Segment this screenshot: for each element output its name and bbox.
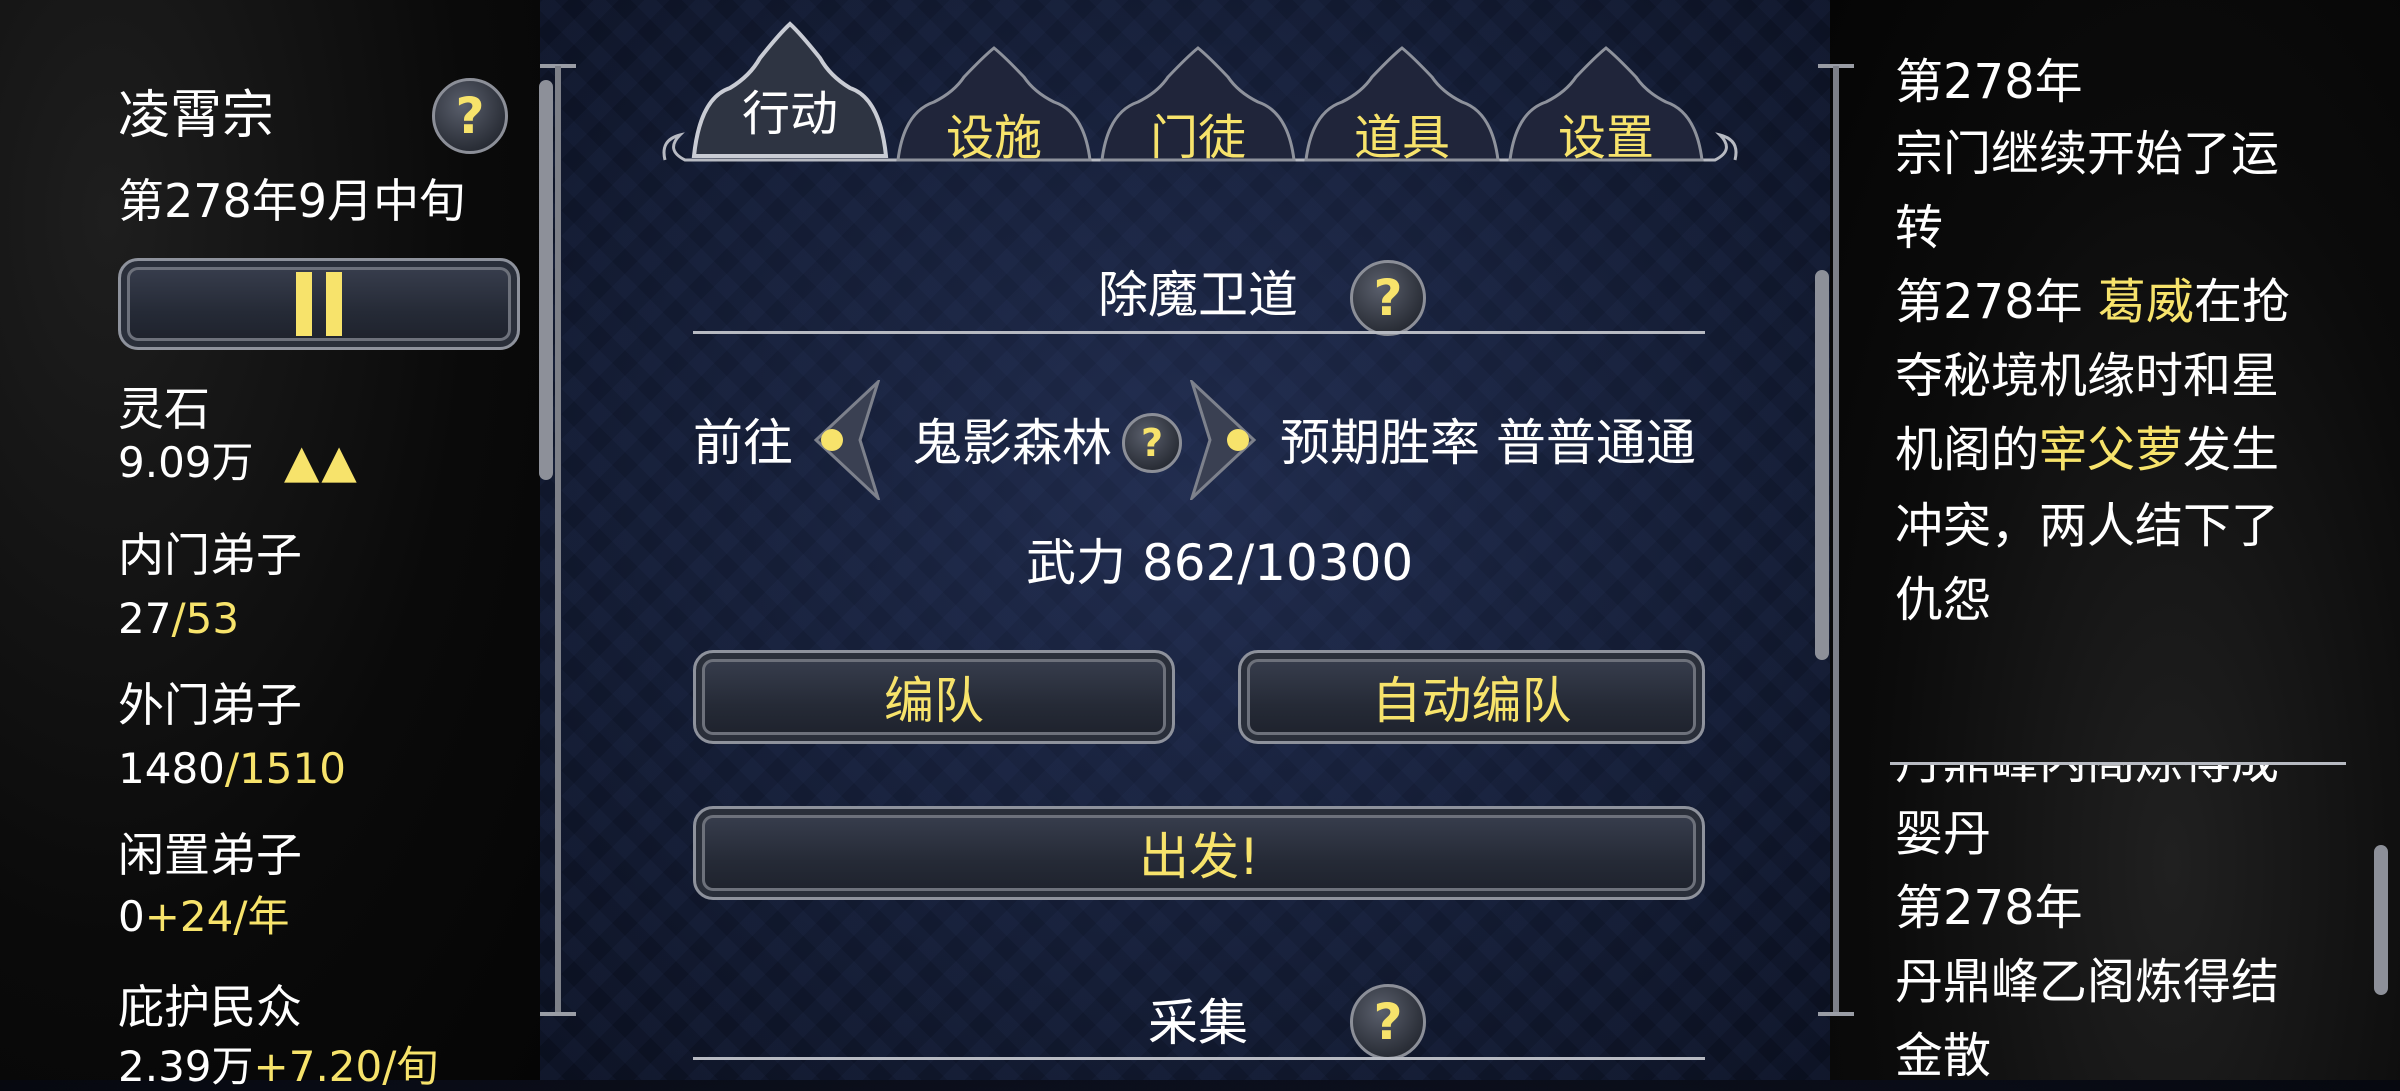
log-line: 机阁的宰父萝发生 [1895, 422, 2280, 478]
mission-help-icon[interactable]: ? [1350, 260, 1426, 336]
trend-up-icon: ▲▲ [284, 434, 359, 488]
gather-help-icon[interactable]: ? [1350, 984, 1426, 1060]
log-line: 冲突，两人结下了 [1895, 498, 2280, 554]
sect-name: 凌霄宗 [118, 86, 275, 146]
stat-value-protected-people: 2.39万+7.20/旬 [118, 1042, 439, 1091]
stat-label-protected-people: 庇护民众 [118, 980, 302, 1034]
team-button[interactable]: 编队 [693, 650, 1175, 744]
goto-label: 前往 [693, 414, 793, 472]
auto-team-button[interactable]: 自动编队 [1238, 650, 1705, 744]
stat-label-outer-disciples: 外门弟子 [118, 678, 302, 732]
log-line: 第278年 [1895, 880, 2083, 936]
tab-settings-label: 设置 [1557, 110, 1654, 166]
tab-disciples-label: 门徒 [1149, 110, 1246, 166]
pause-icon [296, 272, 342, 336]
gather-divider [693, 1057, 1705, 1060]
arrow-right-icon[interactable] [1190, 380, 1262, 500]
tab-facilities-label: 设施 [945, 110, 1042, 166]
mission-divider [693, 331, 1705, 334]
log-line: 宗门继续开始了运 [1895, 126, 2280, 182]
stat-label-spirit-stone: 灵石 [118, 382, 210, 436]
log-line: 丹鼎峰内阁炼得成 [1895, 762, 2280, 790]
log-line: 夺秘境机缘时和星 [1895, 348, 2280, 404]
tab-facilities[interactable]: 设施 [894, 42, 1094, 182]
win-rate: 预期胜率 普普通通 [1280, 414, 1696, 472]
tab-settings[interactable]: 设置 [1506, 42, 1706, 182]
character-name[interactable]: 葛威 [2098, 274, 2194, 330]
stat-label-idle-disciples: 闲置弟子 [118, 828, 302, 882]
tab-action-label: 行动 [741, 86, 838, 142]
stat-value-spirit-stone: 9.09万 [118, 438, 254, 487]
stat-value-idle-disciples: 0+24/年 [118, 892, 290, 941]
left-scroll-cap-bottom [540, 1012, 576, 1016]
depart-button[interactable]: 出发! [693, 806, 1705, 900]
log-line: 第278年 葛威在抢 [1895, 274, 2290, 330]
log-line: 仇怨 [1895, 572, 1992, 628]
log-line: 金散 [1895, 1028, 1992, 1080]
left-scrollbar-track[interactable] [555, 66, 561, 1016]
character-name[interactable]: 宰父萝 [2039, 422, 2183, 478]
tab-items-label: 道具 [1353, 110, 1450, 166]
gather-title: 采集 [1148, 994, 1248, 1052]
help-icon[interactable]: ? [432, 78, 508, 154]
location-name: 鬼影森林 [912, 414, 1112, 472]
mission-title: 除魔卫道 [1098, 266, 1298, 324]
pause-button[interactable] [118, 258, 520, 350]
tab-disciples[interactable]: 门徒 [1098, 42, 1298, 182]
game-date: 第278年9月中旬 [118, 174, 466, 228]
log-line: 丹鼎峰乙阁炼得结 [1895, 954, 2280, 1010]
stat-value-inner-disciples: 27/53 [118, 594, 240, 643]
tab-items[interactable]: 道具 [1302, 42, 1502, 182]
left-scrollbar-thumb[interactable] [539, 80, 553, 480]
tab-action[interactable]: 行动 [690, 18, 890, 158]
log-scrollbar-thumb[interactable] [2374, 845, 2388, 995]
stat-value-outer-disciples: 1480/1510 [118, 744, 346, 793]
location-help-icon[interactable]: ? [1122, 413, 1182, 473]
arrow-left-icon[interactable] [808, 380, 880, 500]
log-line: 第278年 [1895, 54, 2083, 110]
right-scrollbar-thumb[interactable] [1815, 270, 1829, 660]
log-line: 婴丹 [1895, 806, 1992, 862]
power-readout: 武力 862/10300 [1026, 534, 1414, 592]
log-divider [1890, 762, 2346, 765]
log-line: 转 [1895, 200, 1944, 256]
stat-label-inner-disciples: 内门弟子 [118, 528, 302, 582]
log-lower-region: 丹鼎峰内阁炼得成 婴丹 第278年 丹鼎峰乙阁炼得结 金散 [1890, 762, 2350, 1080]
right-scroll-cap-bottom [1818, 1012, 1854, 1016]
right-scrollbar-track[interactable] [1833, 66, 1839, 1016]
